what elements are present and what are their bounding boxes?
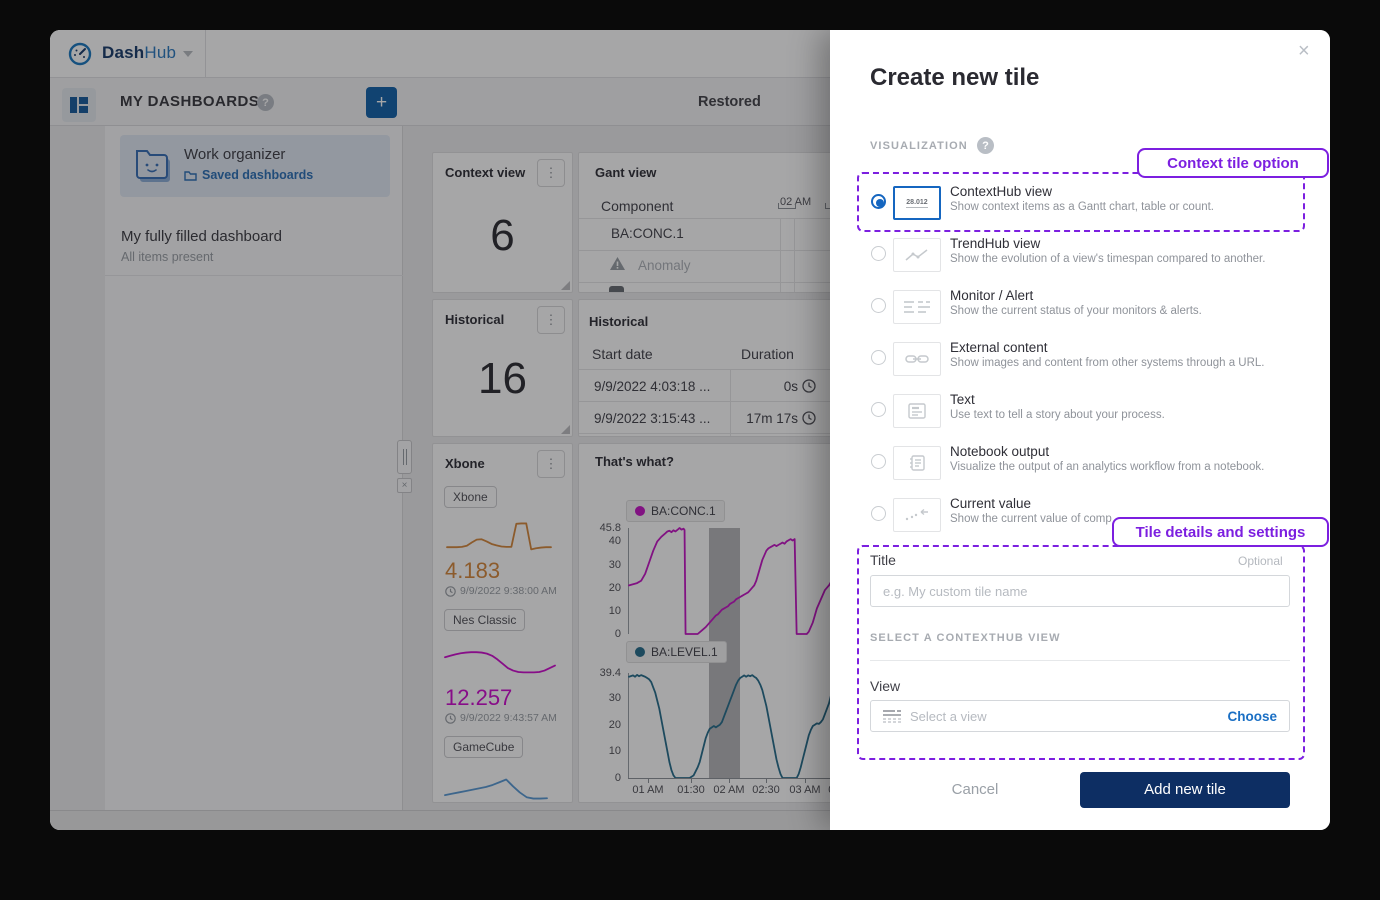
radio-icon[interactable] (871, 402, 886, 417)
help-icon[interactable]: ? (977, 137, 994, 154)
option-desc: Use text to tell a story about your proc… (950, 409, 1165, 421)
section-visualization: VISUALIZATION (870, 140, 968, 152)
option-title: Text (950, 392, 975, 407)
radio-icon[interactable] (871, 246, 886, 261)
notebook-icon (893, 446, 941, 480)
radio-icon[interactable] (871, 298, 886, 313)
radio-icon[interactable] (871, 350, 886, 365)
option-desc: Show the current value of comp (950, 513, 1112, 525)
option-title: Monitor / Alert (950, 288, 1033, 303)
link-icon (893, 342, 941, 376)
close-icon[interactable]: × (1298, 40, 1310, 63)
trend-chart-icon (893, 238, 941, 272)
annotation-label-context-option: Context tile option (1137, 148, 1329, 178)
radio-icon[interactable] (871, 454, 886, 469)
add-new-tile-button[interactable]: Add new tile (1080, 772, 1290, 808)
option-trendhub-view[interactable]: TrendHub view Show the evolution of a vi… (870, 232, 1310, 284)
option-desc: Visualize the output of an analytics wor… (950, 461, 1264, 473)
monitor-alert-icon (893, 290, 941, 324)
cancel-button[interactable]: Cancel (920, 772, 1030, 808)
option-desc: Show the current status of your monitors… (950, 305, 1202, 317)
annotation-box-context-option (857, 172, 1305, 232)
option-desc: Show the evolution of a view's timespan … (950, 253, 1265, 265)
annotation-label-tile-details: Tile details and settings (1112, 517, 1329, 547)
modal-title: Create new tile (870, 64, 1039, 92)
option-desc: Show images and content from other syste… (950, 357, 1265, 369)
radio-icon[interactable] (871, 506, 886, 521)
option-monitor-alert[interactable]: Monitor / Alert Show the current status … (870, 284, 1310, 336)
current-value-icon (893, 498, 941, 532)
annotation-box-tile-details (857, 545, 1305, 760)
option-external-content[interactable]: External content Show images and content… (870, 336, 1310, 388)
option-title: External content (950, 340, 1048, 355)
option-notebook-output[interactable]: Notebook output Visualize the output of … (870, 440, 1310, 492)
option-title: Notebook output (950, 444, 1049, 459)
option-title: TrendHub view (950, 236, 1040, 251)
option-title: Current value (950, 496, 1031, 511)
text-block-icon (893, 394, 941, 428)
option-text[interactable]: Text Use text to tell a story about your… (870, 388, 1310, 440)
